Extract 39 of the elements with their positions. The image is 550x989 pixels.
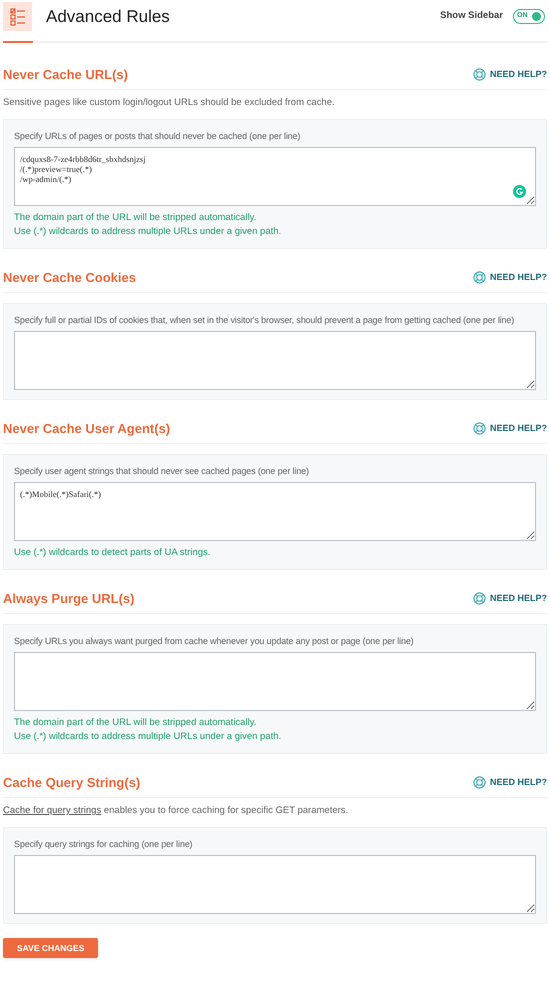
lifebuoy-icon xyxy=(472,592,486,605)
section-title: Always Purge URL(s) xyxy=(3,591,134,606)
toggle-label: Show Sidebar xyxy=(440,9,503,24)
rules-textarea[interactable] xyxy=(14,855,536,914)
field-label: Specify full or partial IDs of cookies that, when set in the visitor's browser, should prevent a page from getting cached (one per line) xyxy=(14,314,516,326)
field-label: Specify URLs you always want purged from cache whenever you update any post or page (one per line) xyxy=(14,635,415,647)
hint-text: Use (.*) wildcards to address multiple URLs under a given path. xyxy=(14,225,282,239)
section-description: Sensitive pages like custom login/logout URLs should be excluded from cache. xyxy=(3,97,336,109)
hint-text: Use (.*) wildcards to detect parts of UA strings. xyxy=(14,546,212,560)
section-title: Never Cache User Agent(s) xyxy=(3,421,170,436)
rules-textarea[interactable] xyxy=(14,331,536,390)
need-help-link[interactable]: NEED HELP? xyxy=(472,775,547,790)
need-help-link[interactable]: NEED HELP? xyxy=(472,270,547,285)
hint-text: Use (.*) wildcards to address multiple URLs under a given path. xyxy=(14,730,282,744)
hint-text: The domain part of the URL will be stripped automatically. xyxy=(14,716,258,730)
hint-text: The domain part of the URL will be stripped automatically. xyxy=(14,211,258,225)
need-help-link[interactable]: NEED HELP? xyxy=(472,421,547,436)
save-changes-button[interactable]: SAVE CHANGES xyxy=(3,938,98,958)
section-title: Never Cache Cookies xyxy=(3,270,136,285)
rules-textarea[interactable]: /cdquxs8-7-ze4rbb8d6tr_sbxhdsnjzsj /(.*)preview=true(.*) /wp-admin/(.*) xyxy=(14,147,536,206)
field-label: Specify user agent strings that should never see cached pages (one per line) xyxy=(14,465,310,477)
section-description: Cache for query strings enables you to force caching for specific GET parameters. xyxy=(3,805,350,817)
lifebuoy-icon xyxy=(472,422,486,435)
grammar-check-icon[interactable] xyxy=(513,185,526,198)
field-label: Specify URLs of pages or posts that should never be cached (one per line) xyxy=(14,130,302,142)
checklist-icon xyxy=(10,8,26,26)
lifebuoy-icon xyxy=(472,68,486,81)
lifebuoy-icon xyxy=(472,271,486,284)
section-title: Cache Query String(s) xyxy=(3,775,140,790)
need-help-link[interactable]: NEED HELP? xyxy=(472,591,547,606)
lifebuoy-icon xyxy=(472,776,486,789)
rules-textarea[interactable]: (.*)Mobile(.*)Safari(.*) xyxy=(14,482,536,541)
rules-textarea[interactable] xyxy=(14,652,536,711)
section-title: Never Cache URL(s) xyxy=(3,67,128,82)
field-label: Specify query strings for caching (one per line) xyxy=(14,838,194,850)
query-strings-link[interactable]: Cache for query strings xyxy=(3,805,102,816)
toggle-knob xyxy=(532,12,541,21)
need-help-link[interactable]: NEED HELP? xyxy=(472,67,547,82)
page-title: Advanced Rules xyxy=(46,6,170,28)
